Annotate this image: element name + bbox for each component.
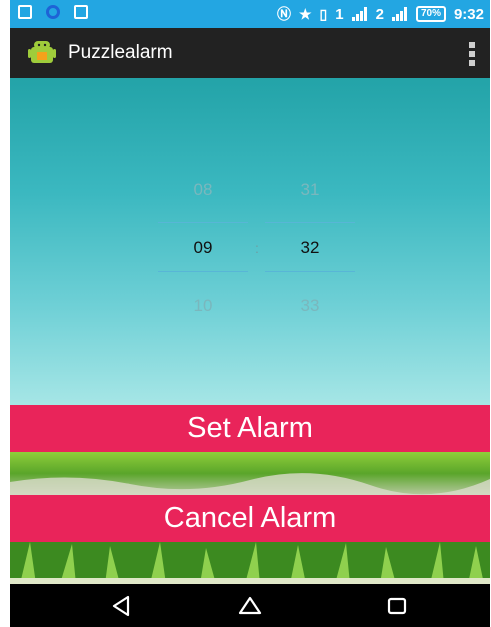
grass-background-image xyxy=(10,452,490,495)
sync-icon xyxy=(46,5,60,19)
minute-picker[interactable]: 31 32 33 xyxy=(265,161,355,335)
home-icon[interactable] xyxy=(237,593,263,619)
hour-prev[interactable]: 08 xyxy=(158,161,248,219)
back-icon[interactable] xyxy=(108,593,134,619)
signal-2-icon xyxy=(391,7,408,21)
cancel-alarm-button[interactable]: Cancel Alarm xyxy=(10,495,490,542)
overflow-menu-icon[interactable] xyxy=(468,42,476,66)
sim-1-label: 1 xyxy=(335,5,344,23)
status-bar: Ⓝ ★ ▯ 1 2 70% 9:32 xyxy=(10,0,490,28)
hour-divider-bottom xyxy=(158,271,248,272)
vibrate-icon: ▯ xyxy=(319,5,328,22)
hour-next[interactable]: 10 xyxy=(158,277,248,335)
battery-indicator: 70% xyxy=(415,6,446,22)
navigation-bar xyxy=(10,584,490,627)
signal-1-icon xyxy=(351,7,368,21)
notification-icon xyxy=(18,5,32,19)
nfc-icon: Ⓝ xyxy=(276,6,291,22)
minute-divider-bottom xyxy=(265,271,355,272)
image-icon xyxy=(74,5,88,19)
minute-next[interactable]: 33 xyxy=(265,277,355,335)
phone-screen: Ⓝ ★ ▯ 1 2 70% 9:32 Puzzlealarm 08 09 10 … xyxy=(10,0,490,627)
time-picker-area: 08 09 10 : 31 32 33 xyxy=(10,78,490,405)
minute-selected[interactable]: 32 xyxy=(265,219,355,277)
recent-apps-icon[interactable] xyxy=(384,593,410,619)
grass-foreground-image xyxy=(10,542,490,584)
clock: 9:32 xyxy=(453,5,484,23)
minute-prev[interactable]: 31 xyxy=(265,161,355,219)
sim-2-label: 2 xyxy=(375,5,384,23)
action-bar: Puzzlealarm xyxy=(10,28,490,78)
hour-selected[interactable]: 09 xyxy=(158,219,248,277)
minute-divider-top xyxy=(265,222,355,223)
time-separator: : xyxy=(255,240,259,256)
star-icon: ★ xyxy=(298,5,312,22)
set-alarm-button[interactable]: Set Alarm xyxy=(10,405,490,452)
hour-divider-top xyxy=(158,222,248,223)
android-app-icon xyxy=(28,41,56,63)
app-title: Puzzlealarm xyxy=(68,42,173,63)
hour-picker[interactable]: 08 09 10 xyxy=(158,161,248,335)
